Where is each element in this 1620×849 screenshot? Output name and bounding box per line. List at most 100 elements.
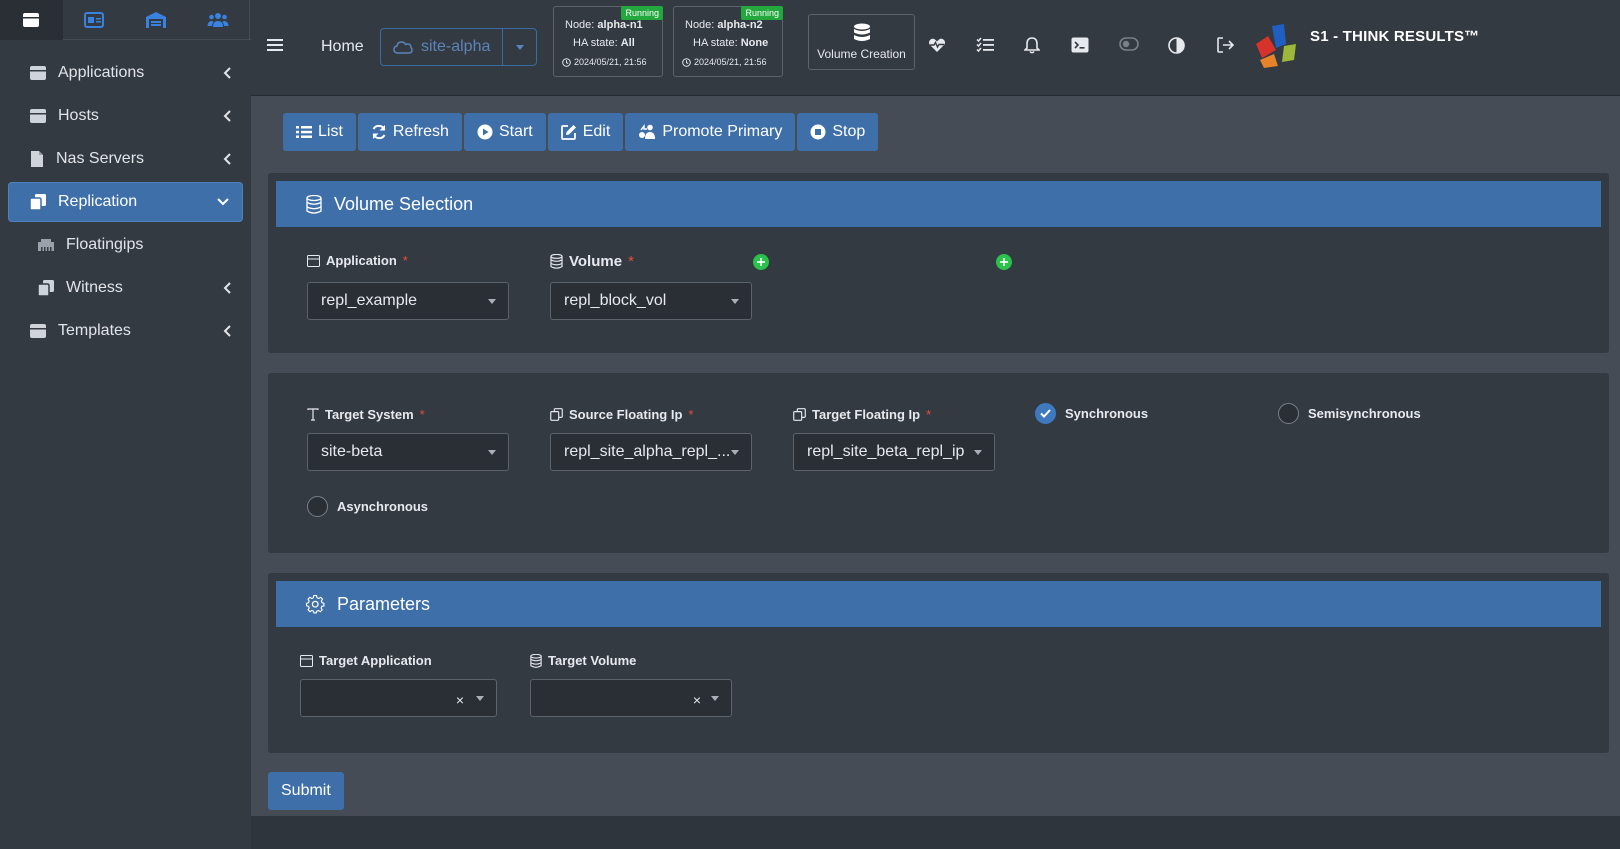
node-status-card: Running Node: alpha-n1 HA state: All 202… — [553, 6, 663, 77]
radio-unchecked[interactable] — [1278, 403, 1299, 424]
window-outline-icon — [307, 254, 320, 267]
node-time-text: 2024/05/21, 21:56 — [694, 57, 767, 67]
sidebar-item-label: Replication — [58, 193, 138, 210]
window-outline-icon — [300, 654, 313, 667]
source-floating-ip-select-value: repl_site_alpha_repl_... — [564, 443, 731, 460]
list-icon — [296, 126, 312, 138]
caret-down-icon — [476, 696, 484, 701]
chevron-left-icon — [223, 110, 231, 122]
sidebar-item-templates[interactable]: Templates — [8, 311, 243, 351]
chevron-left-icon — [223, 325, 231, 337]
mode-synchronous-radio[interactable]: Synchronous — [1035, 403, 1148, 424]
radio-checked[interactable] — [1035, 403, 1056, 424]
application-select[interactable]: repl_example — [307, 282, 509, 320]
sidebar-item-hosts[interactable]: Hosts — [8, 96, 243, 136]
toggle-icon[interactable] — [1119, 37, 1139, 51]
gear-icon — [306, 594, 325, 613]
promote-icon — [639, 124, 656, 139]
node-status-card: Running Node: alpha-n2 HA state: None 20… — [673, 6, 783, 77]
sidebar-tab-warehouse[interactable] — [125, 0, 188, 40]
logout-icon[interactable] — [1217, 37, 1235, 53]
users-icon — [207, 13, 229, 27]
list-button-label: List — [318, 123, 343, 140]
running-badge: Running — [741, 6, 783, 20]
target-application-select[interactable]: × — [300, 679, 497, 717]
radio-unchecked[interactable] — [307, 496, 328, 517]
mode-asynchronous-label: Asynchronous — [337, 499, 429, 514]
stop-button[interactable]: Stop — [797, 113, 879, 151]
node-time: 2024/05/21, 21:56 — [562, 57, 647, 67]
bell-icon[interactable] — [1024, 37, 1040, 54]
file-icon — [31, 151, 43, 167]
sidebar-item-floatingips[interactable]: Floatingips — [8, 225, 243, 265]
list-button[interactable]: List — [283, 113, 356, 151]
heartbeat-icon[interactable] — [928, 37, 946, 53]
main-content: List Refresh Start Edit Promote Primary … — [251, 96, 1620, 816]
refresh-button[interactable]: Refresh — [357, 113, 462, 151]
site-select-toggle[interactable] — [503, 29, 536, 65]
hamburger-icon[interactable] — [267, 38, 283, 52]
chevron-left-icon — [223, 282, 231, 294]
volume-selection-card: Volume Selection Application * repl_exam… — [268, 173, 1609, 353]
required-mark: * — [402, 253, 408, 268]
database-icon — [550, 254, 563, 269]
target-floating-ip-select[interactable]: repl_site_beta_repl_ip — [793, 433, 995, 471]
target-system-label-text: Target System — [325, 407, 414, 422]
node-label: Node: — [685, 19, 715, 31]
ha-label: HA state: — [573, 37, 618, 49]
brand-logo-icon — [1256, 24, 1296, 68]
promote-primary-button[interactable]: Promote Primary — [625, 113, 796, 151]
sidebar-item-nas-servers[interactable]: Nas Servers — [8, 139, 243, 179]
node-time: 2024/05/21, 21:56 — [682, 57, 767, 67]
volume-select[interactable]: repl_block_vol — [550, 282, 752, 320]
sidebar: Applications Hosts Nas Servers Replicati… — [0, 0, 251, 849]
start-button[interactable]: Start — [463, 113, 546, 151]
plus-icon — [1000, 258, 1008, 266]
mode-asynchronous-radio[interactable]: Asynchronous — [307, 496, 428, 517]
clock-icon — [682, 57, 691, 67]
sidebar-item-applications[interactable]: Applications — [8, 53, 243, 93]
parameters-card: Parameters Target Application × Target V… — [268, 573, 1609, 753]
volume-creation-button[interactable]: Volume Creation — [808, 14, 915, 70]
ethernet-icon — [38, 239, 54, 251]
terminal-icon[interactable] — [1071, 37, 1089, 53]
window-icon — [30, 324, 46, 338]
sidebar-tab-users[interactable] — [188, 0, 250, 40]
edit-button-label: Edit — [582, 123, 611, 140]
sidebar-item-replication[interactable]: Replication — [8, 182, 243, 222]
target-volume-select[interactable]: × — [530, 679, 732, 717]
brand: S1 - THINK RESULTS™ — [1254, 22, 1479, 68]
sidebar-tab-cards[interactable] — [63, 0, 126, 40]
clear-icon[interactable]: × — [456, 692, 464, 708]
node-line: Node: alpha-n2 — [685, 19, 763, 31]
application-select-value: repl_example — [321, 292, 418, 309]
edit-icon — [560, 125, 576, 140]
application-label: Application * — [307, 253, 408, 268]
ha-label: HA state: — [693, 37, 738, 49]
site-select[interactable]: site-alpha — [380, 28, 537, 66]
stop-circle-icon — [810, 124, 826, 140]
target-application-label-text: Target Application — [319, 653, 432, 668]
cloud-icon — [393, 41, 413, 54]
replication-target-card: Target System * site-beta Source Floatin… — [268, 373, 1609, 553]
home-link[interactable]: Home — [321, 38, 364, 56]
clock-icon — [562, 57, 571, 67]
mode-semisynchronous-radio[interactable]: Semisynchronous — [1278, 403, 1421, 424]
node-time-text: 2024/05/21, 21:56 — [574, 57, 647, 67]
add-application-button[interactable] — [753, 254, 769, 270]
target-system-select[interactable]: site-beta — [307, 433, 509, 471]
source-floating-ip-select[interactable]: repl_site_alpha_repl_... — [550, 433, 752, 471]
clear-icon[interactable]: × — [693, 692, 701, 708]
add-volume-button[interactable] — [996, 254, 1012, 270]
brand-name: S1 - THINK RESULTS™ — [1310, 27, 1480, 45]
required-mark: * — [628, 253, 634, 270]
tasks-icon[interactable] — [976, 37, 994, 53]
site-select-value[interactable]: site-alpha — [381, 29, 503, 65]
edit-button[interactable]: Edit — [547, 113, 624, 151]
sidebar-tab-applications[interactable] — [0, 0, 63, 40]
sidebar-item-witness[interactable]: Witness — [8, 268, 243, 308]
contrast-icon[interactable] — [1168, 37, 1185, 54]
topbar: Home site-alpha Running Node: alpha-n1 H… — [251, 0, 1620, 96]
submit-button[interactable]: Submit — [268, 772, 344, 810]
parameters-title: Parameters — [337, 593, 431, 614]
